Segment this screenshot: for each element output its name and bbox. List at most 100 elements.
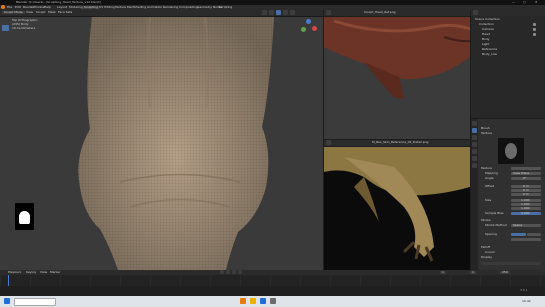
jump-end-icon[interactable]: [238, 270, 242, 274]
close-button[interactable]: ✕: [535, 1, 538, 4]
panel-texture[interactable]: Texture: [481, 132, 492, 135]
panel-brush[interactable]: Brush: [481, 127, 490, 130]
multiplane-scrape-icon[interactable]: [2, 129, 9, 135]
menu-mask[interactable]: Mask: [48, 11, 56, 14]
menu-view[interactable]: View: [26, 11, 33, 14]
mesh-filter-icon[interactable]: [2, 249, 9, 255]
timeline-marker[interactable]: Marker: [50, 271, 60, 274]
playhead[interactable]: [8, 275, 9, 286]
stroke-method-dropdown[interactable]: Space: [511, 224, 541, 227]
menu-face-sets[interactable]: Face Sets: [58, 11, 72, 14]
z-axis-icon[interactable]: [306, 19, 311, 24]
outliner-row[interactable]: Reference: [482, 48, 497, 51]
spacing-toggle-b[interactable]: [527, 233, 541, 236]
flatten-icon[interactable]: [2, 105, 9, 111]
nudge-icon[interactable]: [2, 185, 9, 191]
outliner-row[interactable]: Body_Low: [482, 53, 497, 56]
tab-rendering[interactable]: Rendering: [163, 6, 178, 9]
render-shading-icon[interactable]: [290, 10, 295, 15]
taskbar-app-icon[interactable]: [270, 298, 276, 304]
draw-sharp-icon[interactable]: [2, 33, 9, 39]
current-frame[interactable]: 1: [440, 271, 446, 274]
scene-tab-icon[interactable]: [472, 135, 477, 140]
box-mask-icon[interactable]: [2, 233, 9, 239]
blob-icon[interactable]: [2, 81, 9, 87]
cursor-toggle[interactable]: Cursor: [485, 251, 495, 254]
maximize-button[interactable]: □: [523, 1, 526, 4]
clay-thumb-icon[interactable]: [2, 57, 9, 63]
tab-texture-paint[interactable]: Texture Paint: [115, 6, 134, 9]
rotate-icon[interactable]: [2, 193, 9, 199]
tab-layout[interactable]: Layout: [57, 6, 67, 9]
spacing-field[interactable]: [511, 238, 541, 241]
image-editor-canvas[interactable]: [324, 147, 470, 270]
outliner-row[interactable]: Body: [482, 38, 490, 41]
taskbar-search[interactable]: [14, 298, 56, 306]
jump-start-icon[interactable]: [220, 270, 224, 274]
mode-selector[interactable]: Sculpt Mode: [2, 11, 25, 14]
mask-icon[interactable]: [2, 209, 9, 215]
tab-modeling[interactable]: Modeling: [69, 6, 83, 9]
size-z-field[interactable]: 1.000: [511, 207, 541, 210]
box-hide-icon[interactable]: [2, 241, 9, 247]
outliner-scene-collection[interactable]: Scene Collection: [475, 18, 500, 21]
visibility-eye-icon[interactable]: [533, 28, 536, 31]
taskbar-explorer-icon[interactable]: [250, 298, 256, 304]
taskbar-blender-icon[interactable]: [240, 298, 246, 304]
frame-start[interactable]: 1: [470, 271, 476, 274]
menu-file[interactable]: File: [7, 6, 12, 9]
panel-display[interactable]: Display: [481, 256, 492, 259]
material-shading-icon[interactable]: [283, 10, 288, 15]
start-menu-icon[interactable]: [4, 298, 10, 304]
taskbar-edge-icon[interactable]: [260, 298, 266, 304]
texture-selector[interactable]: [511, 167, 541, 170]
outliner-row[interactable]: Light: [482, 43, 490, 46]
timeline-view[interactable]: View: [40, 271, 47, 274]
visibility-eye-icon[interactable]: [533, 33, 536, 36]
smooth-icon[interactable]: [2, 97, 9, 103]
xray-icon[interactable]: [269, 10, 274, 15]
image-editor-type-icon[interactable]: [326, 140, 331, 145]
texture-tab-icon[interactable]: [472, 163, 477, 168]
frame-end[interactable]: 250: [500, 271, 510, 274]
clay-icon[interactable]: [2, 41, 9, 47]
navigation-gizmo[interactable]: [300, 19, 318, 37]
visibility-eye-icon[interactable]: [533, 23, 536, 26]
tab-shading[interactable]: Shading: [134, 6, 146, 9]
sculpt-viewport[interactable]: Top Orthographic (295) Body 10 Centimete…: [0, 17, 323, 270]
editor-type-icon[interactable]: [326, 10, 331, 15]
tab-uv-editing[interactable]: UV Editing: [99, 6, 115, 9]
offset-z-field[interactable]: 0 m: [511, 193, 541, 196]
crease-icon[interactable]: [2, 89, 9, 95]
spacing-toggle-a[interactable]: [511, 233, 526, 236]
overlay-icon[interactable]: [262, 10, 267, 15]
panel-stroke[interactable]: Stroke: [481, 219, 491, 222]
play-reverse-icon[interactable]: [226, 270, 230, 274]
menu-help[interactable]: Help: [44, 6, 51, 9]
modifier-tab-icon[interactable]: [472, 149, 477, 154]
material-tab-icon[interactable]: [472, 156, 477, 161]
timeline-keying[interactable]: Keying: [26, 271, 36, 274]
outliner-row[interactable]: Head: [482, 33, 490, 36]
pose-icon[interactable]: [2, 177, 9, 183]
tab-sculpting[interactable]: Sculpting: [83, 6, 100, 9]
draw-brush-icon[interactable]: [2, 25, 9, 31]
brush-tab-icon[interactable]: [472, 128, 477, 133]
pinch-icon[interactable]: [2, 137, 9, 143]
tab-scripting[interactable]: Scripting: [219, 6, 232, 9]
elastic-deform-icon[interactable]: [2, 153, 9, 159]
ref-viewport[interactable]: [324, 17, 470, 139]
inflate-icon[interactable]: [2, 73, 9, 79]
outliner-type-icon[interactable]: [473, 10, 478, 15]
sample-bias-field[interactable]: 0.000: [511, 212, 541, 215]
thumb-icon[interactable]: [2, 169, 9, 175]
fill-icon[interactable]: [2, 113, 9, 119]
x-axis-icon[interactable]: [312, 26, 317, 31]
outliner-row[interactable]: Collection: [479, 23, 494, 26]
object-tab-icon[interactable]: [472, 142, 477, 147]
angle-field[interactable]: 0°: [511, 177, 541, 180]
tool-tab-icon[interactable]: [472, 121, 477, 126]
clay-strips-icon[interactable]: [2, 49, 9, 55]
y-axis-icon[interactable]: [301, 27, 306, 32]
menu-sculpt[interactable]: Sculpt: [36, 11, 45, 14]
